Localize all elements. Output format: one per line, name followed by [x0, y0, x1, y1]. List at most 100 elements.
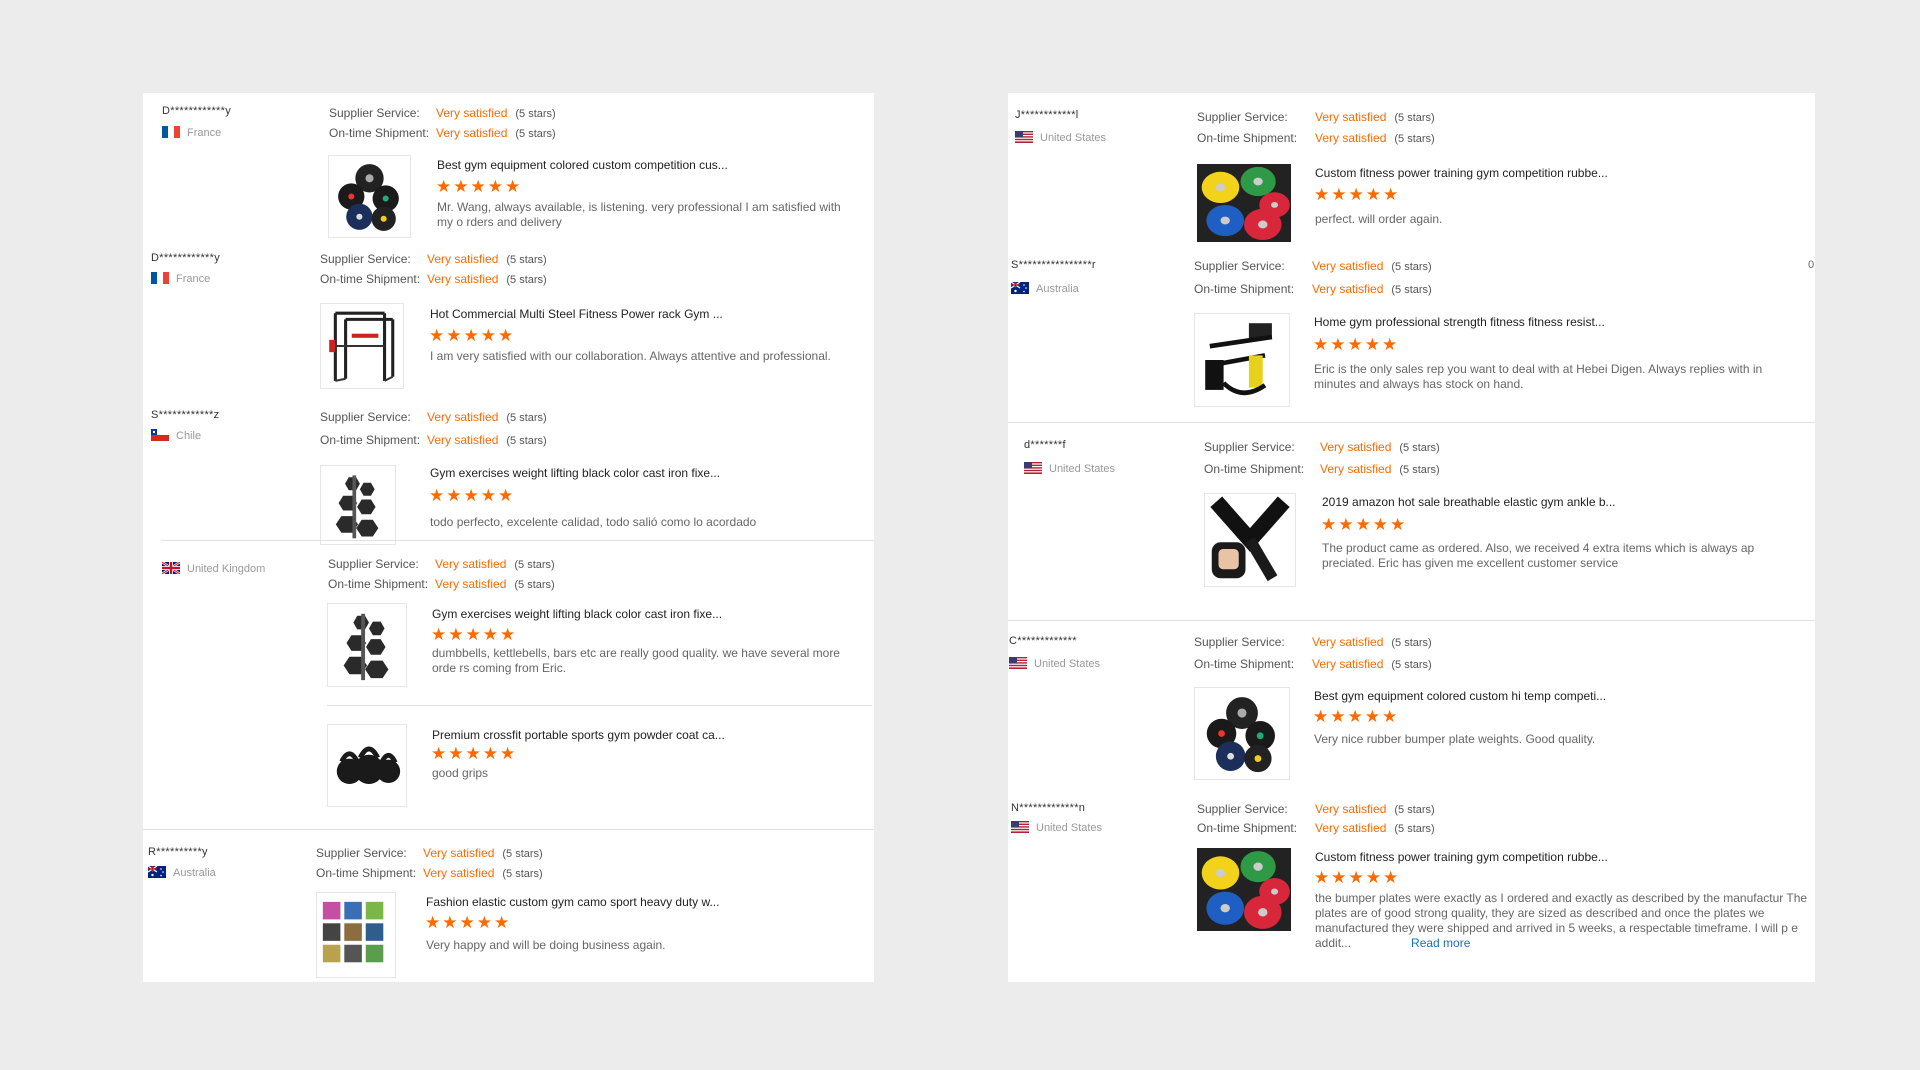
rating-value: Very satisfied	[427, 272, 499, 286]
on-time-shipment-rating: On-time Shipment: Very satisfied (5 stars)	[316, 866, 543, 880]
rating-value: Very satisfied	[427, 252, 499, 266]
rating-value: Very satisfied	[427, 433, 499, 447]
rating-stars-text: (5 stars)	[1391, 659, 1432, 671]
rating-stars-text: (5 stars)	[1391, 637, 1432, 649]
on-time-shipment-label: On-time Shipment:	[328, 577, 429, 591]
product-title-link[interactable]: Best gym equipment colored custom hi tem…	[1314, 689, 1606, 703]
reviewed-product: Hot Commercial Multi Steel Fitness Power…	[320, 303, 870, 393]
rating-stars-text: (5 stars)	[1394, 133, 1435, 145]
on-time-shipment-rating: On-time Shipment: Very satisfied (5 stars)	[320, 272, 547, 286]
reviewer-country: United Kingdom	[162, 562, 265, 575]
rating-value: Very satisfied	[423, 866, 495, 880]
rating-stars-text: (5 stars)	[506, 274, 547, 286]
colored-bumper-plates-image[interactable]	[1194, 687, 1290, 780]
supplier-service-label: Supplier Service:	[329, 106, 420, 120]
rating-stars-text: (5 stars)	[514, 559, 555, 571]
ankle-brace-image[interactable]	[1204, 493, 1296, 587]
rating-value: Very satisfied	[1320, 462, 1392, 476]
rating-stars-text: (5 stars)	[1399, 464, 1440, 476]
hex-dumbbell-rack-image[interactable]	[327, 603, 407, 687]
reviewed-product: Custom fitness power training gym compet…	[1197, 848, 1815, 978]
product-title-link[interactable]: Gym exercises weight lifting black color…	[432, 607, 722, 621]
colored-bumper-plates-image[interactable]	[328, 155, 411, 238]
rating-value: Very satisfied	[1315, 802, 1387, 816]
rating-stars-text: (5 stars)	[506, 254, 547, 266]
product-title-link[interactable]: Hot Commercial Multi Steel Fitness Power…	[430, 307, 723, 321]
on-time-shipment-rating: On-time Shipment: Very satisfied (5 stars)	[1197, 821, 1435, 835]
review-comment: I am very satisfied with our collaborati…	[430, 349, 831, 363]
country-label: Chile	[176, 430, 202, 442]
power-rack-image[interactable]	[320, 303, 404, 389]
rating-value: Very satisfied	[1312, 657, 1384, 671]
competition-plates-image[interactable]	[1197, 848, 1291, 931]
supplier-service-label: Supplier Service:	[1204, 440, 1295, 454]
supplier-service-label: Supplier Service:	[320, 252, 411, 266]
usa-flag-icon	[1015, 131, 1033, 143]
on-time-shipment-rating: On-time Shipment: Very satisfied (5 stars)	[328, 577, 555, 591]
five-star-rating-icon: ★★★★★	[431, 625, 518, 644]
read-more-link[interactable]: Read more	[1411, 936, 1470, 950]
reviewed-product: 2019 amazon hot sale breathable elastic …	[1204, 493, 1804, 593]
reviewer-name: N*************n	[1011, 802, 1086, 814]
on-time-shipment-rating: On-time Shipment: Very satisfied (5 stars)	[1194, 282, 1432, 296]
product-title-link[interactable]: Custom fitness power training gym compet…	[1315, 166, 1608, 180]
product-title-link[interactable]: Custom fitness power training gym compet…	[1315, 850, 1608, 864]
product-title-link[interactable]: Best gym equipment colored custom compet…	[437, 158, 728, 172]
usa-flag-icon	[1009, 657, 1027, 669]
camo-resistance-bands-image[interactable]	[316, 892, 396, 978]
review-comment: Mr. Wang, always available, is listening…	[437, 200, 841, 229]
on-time-shipment-label: On-time Shipment:	[1204, 462, 1305, 476]
rating-stars-text: (5 stars)	[502, 868, 543, 880]
rating-stars-text: (5 stars)	[1391, 261, 1432, 273]
rating-stars-text: (5 stars)	[506, 412, 547, 424]
rating-stars-text: (5 stars)	[1399, 442, 1440, 454]
country-label: United States	[1049, 463, 1116, 475]
five-star-rating-icon: ★★★★★	[429, 486, 516, 505]
rating-value: Very satisfied	[435, 557, 507, 571]
reviewer-name: D************y	[151, 252, 221, 264]
product-title-link[interactable]: Fashion elastic custom gym camo sport he…	[426, 895, 719, 909]
reviewed-product: Best gym equipment colored custom hi tem…	[1194, 687, 1794, 783]
supplier-service-rating: Supplier Service: Very satisfied (5 stars)	[1194, 635, 1432, 649]
usa-flag-icon	[1011, 821, 1029, 833]
reviewer-name: J************l	[1015, 109, 1079, 121]
country-label: France	[187, 127, 222, 139]
five-star-rating-icon: ★★★★★	[1313, 335, 1400, 354]
review-item: d*******f United States Supplier Service…	[1008, 422, 1815, 620]
review-comment: The product came as ordered. Also, we re…	[1322, 541, 1755, 570]
on-time-shipment-label: On-time Shipment:	[1194, 282, 1295, 296]
rating-value: Very satisfied	[1315, 131, 1387, 145]
reviewed-product: Fashion elastic custom gym camo sport he…	[316, 892, 866, 982]
product-title-link[interactable]: Premium crossfit portable sports gym pow…	[432, 728, 725, 742]
review-item: S************z Chile Supplier Service: Ve…	[143, 405, 874, 545]
five-star-rating-icon: ★★★★★	[1313, 707, 1400, 726]
kettlebells-image[interactable]	[327, 724, 407, 807]
rating-stars-text: (5 stars)	[502, 848, 543, 860]
reviewer-name: D************y	[162, 105, 232, 117]
product-title-link[interactable]: 2019 amazon hot sale breathable elastic …	[1322, 495, 1616, 509]
reviewer-name: S****************r	[1011, 259, 1096, 271]
reviewer-country: Australia	[1011, 282, 1079, 295]
on-time-shipment-label: On-time Shipment:	[329, 126, 430, 140]
australia-flag-icon	[1011, 282, 1029, 294]
on-time-shipment-label: On-time Shipment:	[320, 433, 421, 447]
product-title-link[interactable]: Gym exercises weight lifting black color…	[430, 466, 720, 480]
reviewer-country: United States	[1009, 657, 1100, 670]
suspension-trainer-image[interactable]	[1194, 313, 1290, 407]
supplier-service-rating: Supplier Service: Very satisfied (5 stars)	[328, 557, 555, 571]
competition-plates-image[interactable]	[1197, 164, 1291, 242]
country-label: United States	[1034, 658, 1101, 670]
review-comment: dumbbells, kettlebells, bars etc are rea…	[432, 646, 840, 675]
review-comment: todo perfecto, excelente calidad, todo s…	[430, 515, 757, 529]
hex-dumbbell-rack-image[interactable]	[320, 465, 396, 545]
usa-flag-icon	[1024, 462, 1042, 474]
rating-value: Very satisfied	[1315, 821, 1387, 835]
rating-value: Very satisfied	[1312, 282, 1384, 296]
rating-value: Very satisfied	[435, 577, 507, 591]
product-title-link[interactable]: Home gym professional strength fitness f…	[1314, 315, 1605, 329]
on-time-shipment-rating: On-time Shipment: Very satisfied (5 stars)	[1197, 131, 1435, 145]
rating-value: Very satisfied	[1312, 635, 1384, 649]
supplier-service-label: Supplier Service:	[328, 557, 419, 571]
country-label: United States	[1036, 822, 1103, 834]
reviewed-product: Gym exercises weight lifting black color…	[327, 603, 872, 693]
